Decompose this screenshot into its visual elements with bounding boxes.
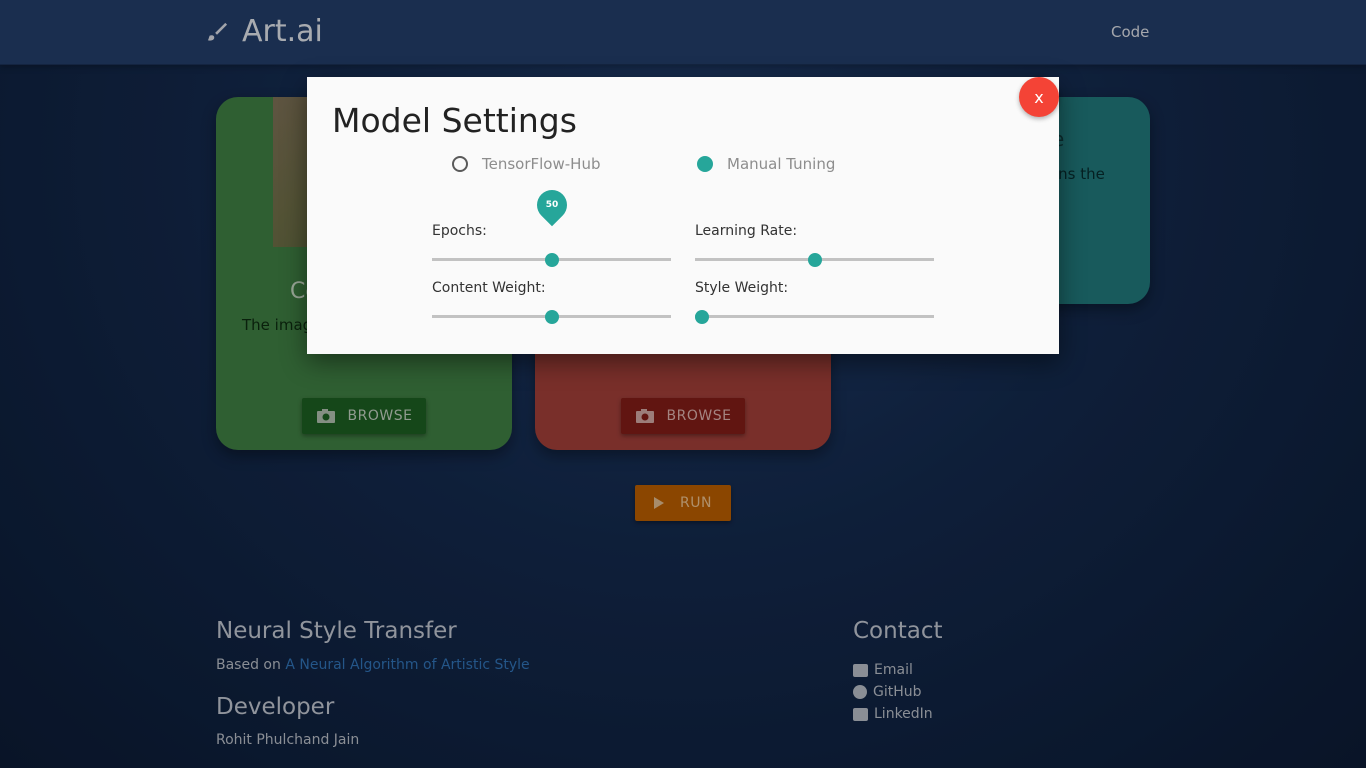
style-weight-slider-thumb[interactable] <box>695 310 709 324</box>
content-weight-slider[interactable] <box>432 306 671 326</box>
contact-linkedin-label: LinkedIn <box>874 706 933 722</box>
contact-linkedin[interactable]: LinkedIn <box>853 706 933 722</box>
close-button[interactable]: x <box>1019 77 1059 117</box>
epochs-value-text: 50 <box>545 200 559 210</box>
run-button[interactable]: RUN <box>635 485 731 521</box>
add-photo-icon <box>635 409 654 423</box>
brand[interactable]: Art.ai <box>206 14 323 49</box>
style-browse-label: BROWSE <box>666 408 732 424</box>
result-card-description: ins the <box>1054 165 1105 183</box>
learning-rate-label: Learning Rate: <box>695 223 798 239</box>
modal-title: Model Settings <box>332 101 577 140</box>
content-browse-label: BROWSE <box>347 408 413 424</box>
based-on-prefix: Based on <box>216 657 286 673</box>
content-browse-button[interactable]: BROWSE <box>302 398 426 434</box>
radio-tensorflow-hub-label: TensorFlow-Hub <box>482 155 601 173</box>
content-card-description: The imag <box>242 316 313 334</box>
github-icon <box>853 685 867 699</box>
style-weight-label: Style Weight: <box>695 280 789 296</box>
paintbrush-icon <box>207 22 228 41</box>
linkedin-icon <box>853 707 868 721</box>
contact-github-label: GitHub <box>873 684 922 700</box>
style-browse-button[interactable]: BROWSE <box>621 398 745 434</box>
footer-based-on: Based on A Neural Algorithm of Artistic … <box>216 657 530 673</box>
contact-email[interactable]: Email <box>853 662 913 678</box>
radio-tensorflow-hub[interactable]: TensorFlow-Hub <box>452 155 600 173</box>
code-link[interactable]: Code <box>1111 23 1149 41</box>
epochs-label: Epochs: <box>432 223 487 239</box>
epochs-slider[interactable]: 50 <box>432 183 671 269</box>
add-photo-icon <box>316 409 335 423</box>
content-weight-label: Content Weight: <box>432 280 546 296</box>
developer-name: Rohit Phulchand Jain <box>216 732 360 748</box>
paper-link[interactable]: A Neural Algorithm of Artistic Style <box>285 657 529 673</box>
footer-developer-title: Developer <box>216 694 335 720</box>
radio-manual-tuning-label: Manual Tuning <box>727 155 836 173</box>
style-weight-slider-track[interactable] <box>695 315 934 318</box>
style-weight-slider[interactable] <box>695 306 934 326</box>
navbar: Art.ai Code <box>0 0 1366 65</box>
radio-manual-tuning[interactable]: Manual Tuning <box>697 155 835 173</box>
brand-name: Art.ai <box>242 14 323 49</box>
footer-contact-title: Contact <box>853 618 943 644</box>
contact-github[interactable]: GitHub <box>853 684 922 700</box>
envelope-icon <box>853 663 868 677</box>
play-icon <box>654 497 665 509</box>
content-weight-slider-thumb[interactable] <box>545 310 559 324</box>
learning-rate-slider[interactable] <box>695 249 934 269</box>
epochs-slider-thumb[interactable] <box>545 253 559 267</box>
model-settings-modal: Model Settings TensorFlow-Hub Manual Tun… <box>307 77 1059 354</box>
run-label: RUN <box>680 495 712 511</box>
radio-tensorflow-hub-dot[interactable] <box>452 156 468 172</box>
contact-email-label: Email <box>874 662 913 678</box>
learning-rate-slider-thumb[interactable] <box>808 253 822 267</box>
footer-nst-title: Neural Style Transfer <box>216 618 457 644</box>
radio-manual-tuning-dot[interactable] <box>697 156 713 172</box>
